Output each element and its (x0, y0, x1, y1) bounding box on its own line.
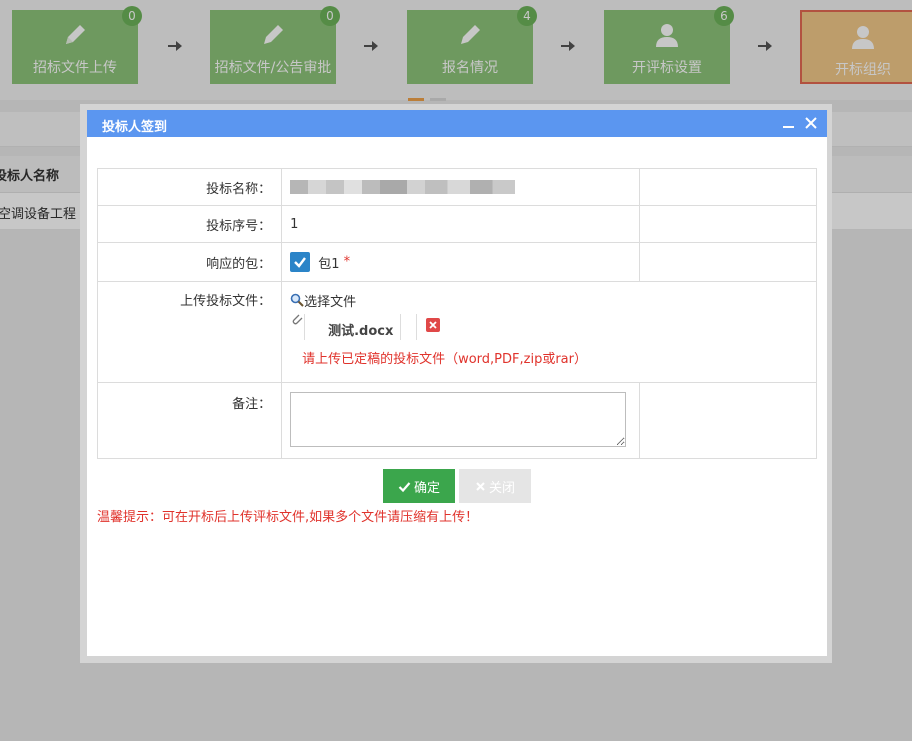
warm-tip: 温馨提示：可在开标后上传评标文件,如果多个文件请压缩有上传！ (97, 510, 479, 525)
x-icon (476, 481, 485, 491)
upload-label: 上传投标文件： (96, 281, 283, 383)
upload-hint: 请上传已定稿的投标文件（word,PDF,zip或rar） (302, 352, 587, 367)
choose-file-button[interactable]: 选择文件 (290, 291, 356, 310)
bid-seq-value: 1 (281, 205, 641, 243)
bidder-signin-dialog: 投标人签到 投标名称： 投标序号： 1 响应的包： 包1 * 上传投标文件： 选… (87, 110, 827, 656)
required-mark: * (343, 254, 351, 270)
choose-file-label: 选择文件 (304, 295, 357, 310)
memo-textarea[interactable] (290, 392, 627, 447)
uploaded-file-name[interactable]: 测试.docx (328, 320, 393, 339)
close-label: 关闭 (488, 480, 515, 496)
dialog-header[interactable]: 投标人签到 (87, 110, 827, 137)
bid-name-value (281, 168, 641, 206)
check-icon (398, 481, 411, 492)
close-button[interactable]: 关闭 (459, 469, 531, 503)
delete-file-icon[interactable] (426, 318, 441, 332)
package-label: 响应的包： (96, 242, 283, 282)
signin-form: 投标名称： 投标序号： 1 响应的包： 包1 * 上传投标文件： 选择文件 测试… (96, 168, 817, 459)
paperclip-icon (292, 314, 303, 325)
dialog-title: 投标人签到 (102, 120, 168, 135)
bid-name-label: 投标名称： (96, 168, 283, 206)
magnifier-icon (290, 293, 304, 307)
memo-label: 备注： (96, 382, 283, 459)
package-checkbox[interactable] (290, 252, 311, 272)
package-name: 包1 (318, 256, 340, 272)
uploaded-file-item: 测试.docx (290, 312, 815, 342)
confirm-label: 确定 (413, 480, 440, 496)
checkmark-icon (294, 257, 307, 268)
redacted-bid-name (290, 180, 516, 194)
bid-seq-label: 投标序号： (96, 205, 283, 243)
close-icon[interactable] (803, 115, 819, 131)
minimize-icon[interactable] (781, 115, 797, 131)
confirm-button[interactable]: 确定 (383, 469, 455, 503)
